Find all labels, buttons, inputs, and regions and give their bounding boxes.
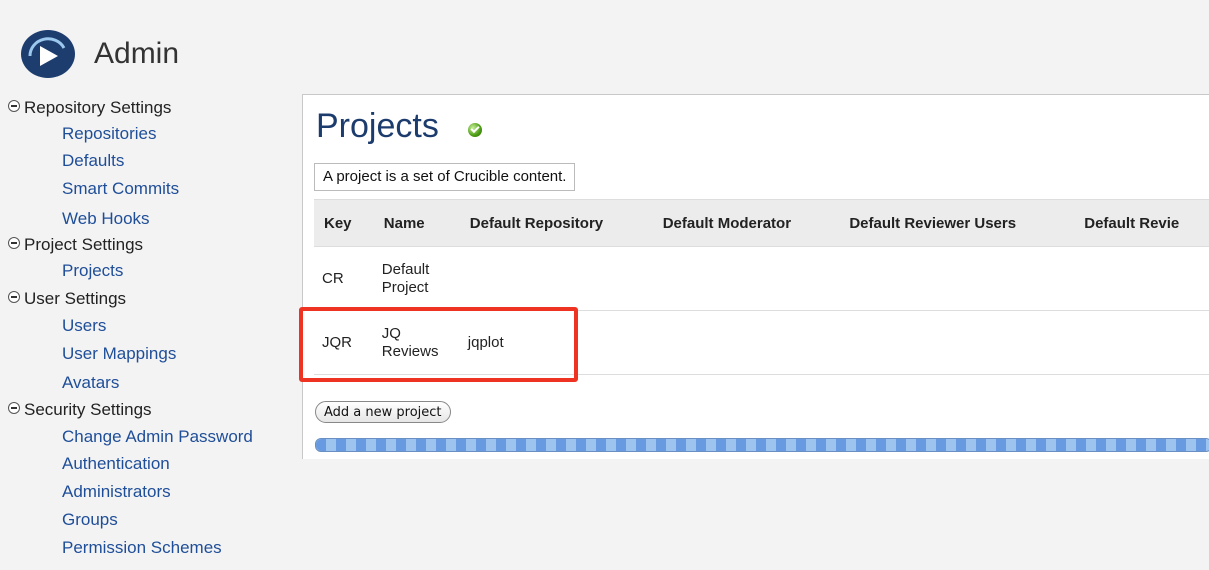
collapse-icon[interactable]: [8, 402, 20, 414]
sidebar-item-administrators[interactable]: Administrators: [62, 482, 171, 502]
collapse-icon[interactable]: [8, 100, 20, 112]
sidebar-item-authentication[interactable]: Authentication: [62, 454, 170, 474]
project-default-reviewer-users: [839, 246, 1075, 311]
section-repository-settings[interactable]: Repository Settings: [8, 98, 171, 118]
sidebar-item-users[interactable]: Users: [62, 316, 106, 336]
project-default-reviewer-groups: [1074, 246, 1209, 311]
sidebar-item-permission-schemes[interactable]: Permission Schemes: [62, 538, 222, 558]
play-circle-logo-icon: [21, 30, 75, 78]
sidebar-item-projects[interactable]: Projects: [62, 261, 123, 281]
section-security-settings[interactable]: Security Settings: [8, 400, 152, 420]
project-default-reviewer-groups: [1074, 310, 1209, 375]
main-panel: Projects A project is a set of Crucible …: [302, 94, 1209, 459]
project-name[interactable]: JQ Reviews: [373, 310, 460, 375]
table-header-row: Key Name Default Repository Default Mode…: [314, 199, 1209, 247]
page-title: Projects: [316, 107, 439, 145]
table-row[interactable]: CR Default Project: [314, 246, 1209, 311]
project-default-repository: jqplot: [459, 310, 653, 375]
sidebar-item-avatars[interactable]: Avatars: [62, 373, 119, 393]
project-name[interactable]: Default Project: [373, 246, 460, 311]
sidebar-item-smart-commits[interactable]: Smart Commits: [62, 179, 179, 199]
section-user-settings[interactable]: User Settings: [8, 289, 126, 309]
sidebar-item-defaults[interactable]: Defaults: [62, 151, 124, 171]
table-row[interactable]: JQR JQ Reviews jqplot: [314, 310, 1209, 375]
column-header-default-repository[interactable]: Default Repository: [459, 199, 653, 247]
projects-table: Key Name Default Repository Default Mode…: [314, 199, 1209, 375]
column-header-default-reviewer-groups[interactable]: Default Revie: [1074, 199, 1209, 247]
project-key: CR: [314, 246, 374, 311]
section-project-settings[interactable]: Project Settings: [8, 235, 143, 255]
progress-bar: [315, 438, 1209, 452]
project-key: JQR: [314, 310, 374, 375]
project-default-moderator: [652, 246, 840, 311]
collapse-icon[interactable]: [8, 237, 20, 249]
sidebar-item-groups[interactable]: Groups: [62, 510, 118, 530]
project-default-reviewer-users: [839, 310, 1075, 375]
add-project-button[interactable]: Add a new project: [315, 401, 451, 423]
column-header-default-moderator[interactable]: Default Moderator: [652, 199, 840, 247]
sidebar-nav: Repository Settings Repositories Default…: [0, 94, 300, 570]
sidebar-item-repositories[interactable]: Repositories: [62, 124, 157, 144]
collapse-icon[interactable]: [8, 291, 20, 303]
green-check-icon: [468, 123, 482, 137]
header: Admin: [0, 0, 1209, 94]
sidebar-item-web-hooks[interactable]: Web Hooks: [62, 209, 150, 229]
description-box: A project is a set of Crucible content.: [314, 163, 576, 191]
project-default-repository: [459, 246, 653, 311]
column-header-name[interactable]: Name: [373, 199, 460, 247]
app-title: Admin: [94, 37, 180, 70]
sidebar-item-change-admin-password[interactable]: Change Admin Password: [62, 427, 253, 447]
progress-fill: [316, 439, 1209, 451]
project-default-moderator: [652, 310, 840, 375]
column-header-default-reviewer-users[interactable]: Default Reviewer Users: [839, 199, 1075, 247]
column-header-key[interactable]: Key: [314, 199, 374, 247]
sidebar-item-user-mappings[interactable]: User Mappings: [62, 344, 176, 364]
